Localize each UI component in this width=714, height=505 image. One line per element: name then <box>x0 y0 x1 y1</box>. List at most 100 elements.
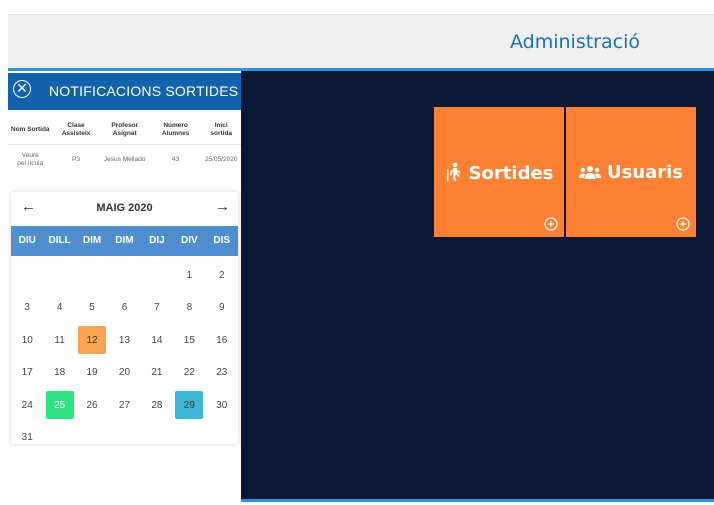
calendar-day-22[interactable]: 22 <box>173 357 205 390</box>
calendar-day-number: 6 <box>121 302 128 314</box>
close-icon[interactable]: ✕ <box>13 80 31 98</box>
calendar-day-27[interactable]: 27 <box>108 389 140 422</box>
sortides-tile[interactable]: Sortides <box>434 107 564 237</box>
users-icon <box>578 166 601 179</box>
calendar-day-number <box>110 424 138 452</box>
calendar-day-2[interactable]: 2 <box>206 259 238 292</box>
calendar-day-empty <box>108 259 140 292</box>
calendar-day-30[interactable]: 30 <box>206 389 238 422</box>
calendar-day-21[interactable]: 21 <box>141 357 173 390</box>
calendar-day-12[interactable]: 12 <box>76 324 108 357</box>
calendar-day-number: 14 <box>151 334 163 346</box>
hiking-icon <box>446 162 461 182</box>
calendar-day-number: 23 <box>216 367 228 379</box>
calendar-day-24[interactable]: 24 <box>11 389 43 422</box>
calendar-day-number: 8 <box>186 302 193 314</box>
calendar-day-23[interactable]: 23 <box>206 357 238 390</box>
weekday-label: DIS <box>213 235 231 246</box>
calendar-day-number: 26 <box>86 399 98 411</box>
weekday-label: DIU <box>18 235 36 246</box>
weekday-label: DILL <box>48 235 71 246</box>
arrow-right-icon[interactable]: → <box>215 198 230 215</box>
calendar-day-10[interactable]: 10 <box>11 324 43 357</box>
calendar-day-number: 31 <box>21 432 33 444</box>
calendar-day-number: 10 <box>21 334 33 346</box>
table-header-row: Nom Sortida Clase Assisteix Profesor Asi… <box>8 116 241 145</box>
notifications-title: NOTIFICACIONS SORTIDES <box>49 83 239 99</box>
calendar-day-28[interactable]: 28 <box>141 389 173 422</box>
calendar-day-number: 17 <box>21 367 33 379</box>
calendar-day-number <box>110 261 138 289</box>
calendar-day-number: 18 <box>54 367 66 379</box>
table-row[interactable]: Veure pel·lícula P3 Jesus Mellado 43 25/… <box>8 145 241 176</box>
calendar-day-6[interactable]: 6 <box>108 292 140 325</box>
calendar-day-empty <box>108 422 140 455</box>
calendar-day-empty <box>141 259 173 292</box>
calendar-day-25[interactable]: 25 <box>43 389 75 422</box>
calendar-day-number <box>46 424 74 452</box>
calendar-day-16[interactable]: 16 <box>206 324 238 357</box>
calendar-day-number: 4 <box>56 302 63 314</box>
calendar-day-17[interactable]: 17 <box>11 357 43 390</box>
calendar-day-empty <box>43 259 75 292</box>
calendar-day-11[interactable]: 11 <box>43 324 75 357</box>
calendar: ← MAIG 2020 → DIU DILL DIM DIM DIJ DIV D… <box>11 192 238 444</box>
calendar-day-number: 27 <box>118 399 131 411</box>
calendar-day-18[interactable]: 18 <box>43 357 75 390</box>
calendar-day-5[interactable]: 5 <box>76 292 108 325</box>
calendar-day-19[interactable]: 19 <box>76 357 108 390</box>
weekday-label: DIV <box>180 235 198 246</box>
calendar-day-number: 12 <box>78 326 107 355</box>
calendar-day-empty <box>76 259 108 292</box>
calendar-month: MAIG 2020 <box>96 202 153 214</box>
sortides-tile-label: Sortides <box>434 162 564 184</box>
usuaris-tile[interactable]: Usuaris <box>566 107 696 237</box>
calendar-day-number: 30 <box>216 399 228 411</box>
calendar-day-29[interactable]: 29 <box>173 389 205 422</box>
calendar-day-20[interactable]: 20 <box>108 357 140 390</box>
weekday-label: DIM <box>115 235 134 246</box>
calendar-day-13[interactable]: 13 <box>108 324 140 357</box>
calendar-day-1[interactable]: 1 <box>173 259 205 292</box>
calendar-day-number: 2 <box>218 269 225 281</box>
calendar-day-number <box>46 261 74 289</box>
calendar-day-number: 29 <box>175 391 204 420</box>
calendar-day-number: 24 <box>21 399 33 411</box>
calendar-day-7[interactable]: 7 <box>141 292 173 325</box>
calendar-day-15[interactable]: 15 <box>173 324 205 357</box>
plus-circle-icon[interactable] <box>544 217 558 231</box>
plus-circle-icon[interactable] <box>676 217 690 231</box>
calendar-grid: 1 2 3 4 5 6 7 8 9 10 11 12 13 14 15 16 17 18 19 20 21 22 23 24 2… <box>11 259 238 454</box>
page-title: Administració <box>510 31 640 53</box>
usuaris-label: Usuaris <box>606 162 684 183</box>
calendar-day-number <box>143 261 171 289</box>
calendar-day-number: 25 <box>45 391 74 420</box>
calendar-day-9[interactable]: 9 <box>206 292 238 325</box>
calendar-day-empty <box>141 422 173 455</box>
calendar-day-number: 3 <box>24 302 30 314</box>
calendar-day-number <box>143 424 171 452</box>
calendar-day-number: 21 <box>151 367 163 379</box>
calendar-day-number: 9 <box>218 302 225 314</box>
weekday-label: DIM <box>82 235 102 246</box>
table-cell: Veure pel·lícula <box>17 152 44 167</box>
calendar-day-14[interactable]: 14 <box>141 324 173 357</box>
table-cell: 43 <box>172 156 180 163</box>
calendar-day-31[interactable]: 31 <box>11 422 43 455</box>
calendar-day-8[interactable]: 8 <box>173 292 205 325</box>
calendar-day-empty <box>173 422 205 455</box>
calendar-day-26[interactable]: 26 <box>76 389 108 422</box>
calendar-day-3[interactable]: 3 <box>11 292 43 325</box>
calendar-day-empty <box>206 422 238 455</box>
calendar-day-number: 22 <box>183 367 195 379</box>
usuaris-tile-label: Usuaris <box>566 162 696 183</box>
calendar-day-4[interactable]: 4 <box>43 292 75 325</box>
calendar-day-number: 13 <box>118 334 131 346</box>
weekday-label: DIJ <box>149 235 165 246</box>
calendar-day-number: 19 <box>86 367 98 379</box>
calendar-day-empty <box>11 259 43 292</box>
calendar-nav: ← MAIG 2020 → <box>11 192 238 225</box>
notifications-header: ✕ NOTIFICACIONS SORTIDES <box>8 73 241 110</box>
calendar-day-number <box>208 424 236 452</box>
calendar-day-number: 1 <box>186 269 193 281</box>
